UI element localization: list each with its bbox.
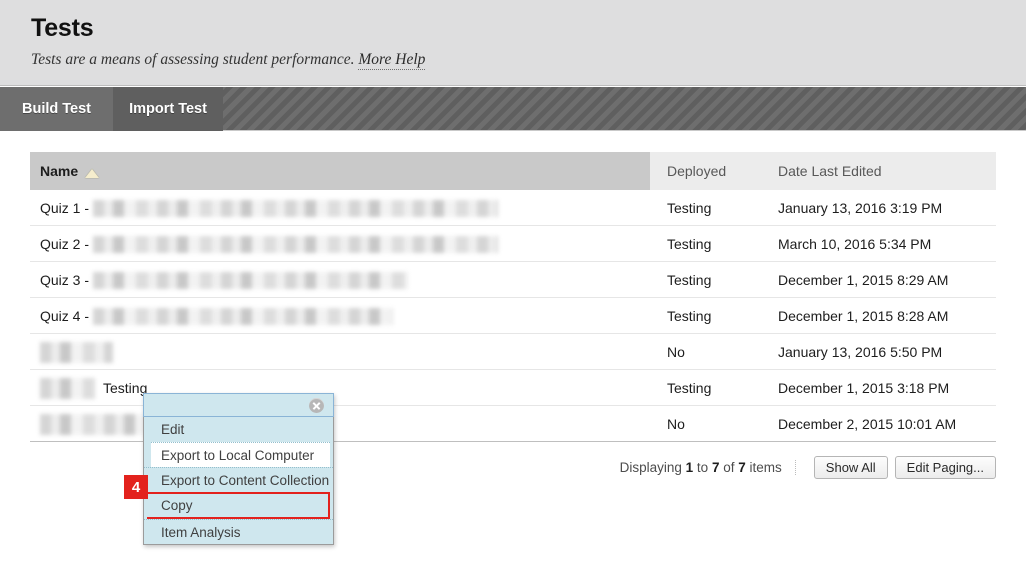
action-bar: Build Test Import Test bbox=[0, 87, 1026, 131]
cell-deployed: Testing bbox=[667, 271, 712, 288]
cell-date-last-edited: January 13, 2016 5:50 PM bbox=[778, 343, 943, 360]
cell-date-last-edited: January 13, 2016 3:19 PM bbox=[778, 199, 943, 216]
column-header-deployed[interactable]: Deployed bbox=[650, 152, 762, 190]
redacted-name-block bbox=[93, 236, 499, 253]
cell-name[interactable]: Quiz 4 - bbox=[30, 298, 650, 333]
displaying-to: 7 bbox=[711, 459, 720, 475]
page-title: Tests bbox=[31, 14, 94, 42]
cell-deployed: No bbox=[667, 343, 685, 360]
context-menu-copy-wrapper: 4 Copy bbox=[124, 475, 333, 519]
cell-date-last-edited: December 1, 2015 3:18 PM bbox=[778, 379, 950, 396]
cell-date-last-edited: December 1, 2015 8:28 AM bbox=[778, 307, 949, 324]
name-prefix: Quiz 2 - bbox=[40, 235, 90, 252]
page-header: Tests Tests are a means of assessing stu… bbox=[0, 0, 1026, 86]
cell-name[interactable] bbox=[30, 406, 650, 441]
redacted-name-block bbox=[40, 342, 113, 363]
redacted-name-block bbox=[93, 200, 499, 217]
context-menu-item-export-to-local-computer[interactable]: Export to Local Computer bbox=[151, 442, 330, 467]
displaying-prefix: Displaying bbox=[619, 459, 682, 475]
cell-deployed: Testing bbox=[667, 307, 712, 324]
tab-import-test[interactable]: Import Test bbox=[113, 87, 223, 131]
context-menu-item-copy[interactable]: Copy bbox=[147, 492, 330, 519]
table-row[interactable]: Quiz 2 - Testing March 10, 2016 5:34 PM bbox=[30, 226, 996, 262]
name-suffix: Testing bbox=[103, 379, 148, 396]
context-menu-item-item-analysis[interactable]: Item Analysis bbox=[144, 519, 333, 544]
table-row[interactable]: No January 13, 2016 5:50 PM bbox=[30, 334, 996, 370]
cell-name[interactable]: Quiz 3 - bbox=[30, 262, 650, 297]
close-circle-icon[interactable] bbox=[309, 398, 324, 413]
displaying-items-word: items bbox=[749, 459, 782, 475]
name-prefix: Quiz 3 - bbox=[40, 271, 90, 288]
tab-build-test[interactable]: Build Test bbox=[0, 87, 113, 131]
context-menu-header bbox=[143, 393, 334, 417]
table-row[interactable]: Quiz 4 - Testing December 1, 2015 8:28 AM bbox=[30, 298, 996, 334]
tests-page: Tests Tests are a means of assessing stu… bbox=[0, 0, 1026, 572]
cell-date-last-edited: December 2, 2015 10:01 AM bbox=[778, 415, 957, 432]
displaying-of-word: of bbox=[723, 459, 735, 475]
cell-date-last-edited: March 10, 2016 5:34 PM bbox=[778, 235, 932, 252]
redacted-name-block bbox=[40, 414, 150, 435]
name-prefix: Quiz 4 - bbox=[40, 307, 90, 324]
cell-deployed: No bbox=[667, 415, 685, 432]
sort-ascending-triangle-icon[interactable] bbox=[85, 168, 100, 178]
table-header-row: Name Deployed Date Last Edited bbox=[30, 152, 996, 190]
column-header-name[interactable]: Name bbox=[30, 152, 650, 190]
cell-deployed: Testing bbox=[667, 199, 712, 216]
redacted-name-block bbox=[93, 308, 394, 325]
page-description-text: Tests are a means of assessing student p… bbox=[31, 51, 355, 68]
cell-deployed: Testing bbox=[667, 235, 712, 252]
cell-name[interactable]: Quiz 1 - bbox=[30, 190, 650, 225]
cell-name[interactable]: Quiz 2 - bbox=[30, 226, 650, 261]
step-number-badge: 4 bbox=[124, 475, 148, 499]
displaying-from: 1 bbox=[685, 459, 694, 475]
page-description: Tests are a means of assessing student p… bbox=[31, 51, 426, 70]
cell-deployed: Testing bbox=[667, 379, 712, 396]
context-menu[interactable]: Edit Export to Local Computer Export to … bbox=[124, 393, 334, 545]
redacted-name-block bbox=[93, 272, 409, 289]
context-menu-item-export-to-content-collection[interactable]: Export to Content Collection bbox=[144, 467, 333, 492]
edit-paging-button[interactable]: Edit Paging... bbox=[894, 455, 996, 479]
cell-name[interactable] bbox=[30, 334, 650, 369]
context-menu-item-edit[interactable]: Edit bbox=[144, 417, 333, 442]
column-header-name-label: Name bbox=[40, 163, 79, 179]
cell-name[interactable]: Testing bbox=[30, 370, 650, 405]
redacted-name-block bbox=[40, 378, 95, 399]
column-header-date-last-edited[interactable]: Date Last Edited bbox=[762, 152, 996, 190]
name-prefix: Quiz 1 - bbox=[40, 199, 90, 216]
table-row[interactable]: Quiz 3 - Testing December 1, 2015 8:29 AM bbox=[30, 262, 996, 298]
table-row[interactable]: Quiz 1 - Testing January 13, 2016 3:19 PM bbox=[30, 190, 996, 226]
displaying-to-word: to bbox=[696, 459, 709, 475]
more-help-link[interactable]: More Help bbox=[358, 51, 426, 70]
displaying-count: Displaying 1 to 7 of 7 items bbox=[619, 459, 796, 475]
show-all-button[interactable]: Show All bbox=[813, 455, 888, 479]
displaying-total: 7 bbox=[738, 459, 746, 475]
cell-date-last-edited: December 1, 2015 8:29 AM bbox=[778, 271, 949, 288]
